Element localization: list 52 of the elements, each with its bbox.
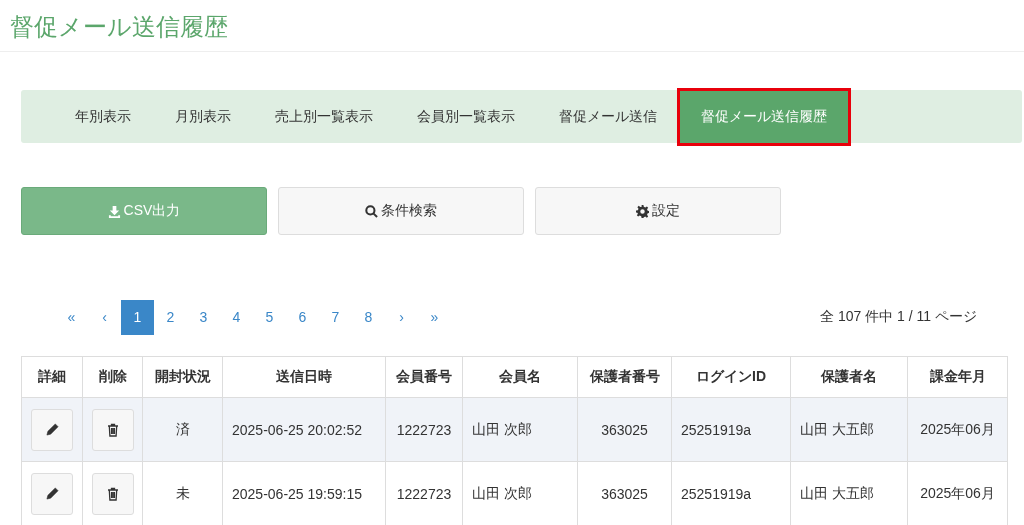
table-cell: 363025 — [577, 397, 672, 462]
trash-icon — [106, 422, 119, 437]
page-link[interactable]: 5 — [253, 299, 286, 335]
column-header: 開封状況 — [142, 356, 223, 398]
column-header: 課金年月 — [907, 356, 1008, 398]
page-link[interactable]: 1 — [121, 299, 154, 335]
table-cell: 山田 大五郎 — [790, 397, 908, 462]
table-cell: 山田 次郎 — [462, 397, 578, 462]
column-header: 会員番号 — [385, 356, 463, 398]
column-header: ログインID — [671, 356, 791, 398]
trash-icon — [106, 486, 119, 501]
edit-button[interactable] — [31, 472, 73, 515]
page-link[interactable]: 4 — [220, 299, 253, 335]
column-header: 削除 — [82, 356, 143, 398]
pencil-icon — [45, 423, 59, 436]
nav-tab[interactable]: 月別表示 — [153, 90, 253, 143]
table-cell: 25251919a — [671, 397, 791, 462]
table-cell: 1222723 — [385, 397, 463, 462]
settings-icon — [636, 204, 649, 218]
first-page-link[interactable]: « — [55, 299, 88, 335]
page-link[interactable]: 8 — [352, 299, 385, 335]
table-cell: 済 — [142, 397, 223, 462]
page-link[interactable]: 6 — [286, 299, 319, 335]
column-header: 保護者番号 — [577, 356, 672, 398]
download-button[interactable]: CSV出力 — [21, 187, 267, 235]
page-link[interactable]: 2 — [154, 299, 187, 335]
pencil-icon — [45, 487, 59, 500]
search-button[interactable]: 条件検索 — [278, 187, 524, 235]
table-cell: 2025年06月 — [907, 397, 1008, 462]
delete-button[interactable] — [91, 472, 134, 515]
page-title: 督促メール送信履歴 — [10, 12, 228, 42]
nav-tab[interactable]: 督促メール送信 — [537, 90, 679, 143]
delete-button[interactable] — [91, 408, 134, 451]
download-icon — [107, 204, 121, 218]
last-page-link[interactable]: » — [418, 299, 451, 335]
previous-page-link[interactable]: ‹ — [88, 299, 121, 335]
page-link[interactable]: 3 — [187, 299, 220, 335]
column-header: 保護者名 — [790, 356, 908, 398]
page-summary: 全 107 件中 1 / 11 ページ — [820, 308, 977, 326]
page-link[interactable]: 7 — [319, 299, 352, 335]
column-header: 送信日時 — [222, 356, 386, 398]
edit-button[interactable] — [31, 408, 73, 451]
next-page-link[interactable]: › — [385, 299, 418, 335]
settings-button[interactable]: 設定 — [535, 187, 781, 235]
nav-tab[interactable]: 年別表示 — [53, 90, 153, 143]
table-cell: 2025-06-25 20:02:52 — [222, 397, 386, 462]
nav-tab[interactable]: 売上別一覧表示 — [253, 90, 395, 143]
column-header: 詳細 — [21, 356, 83, 398]
nav-tab[interactable]: 会員別一覧表示 — [395, 90, 537, 143]
column-header: 会員名 — [462, 356, 578, 398]
search-icon — [365, 204, 378, 218]
nav-tab[interactable]: 督促メール送信履歴 — [679, 89, 849, 144]
